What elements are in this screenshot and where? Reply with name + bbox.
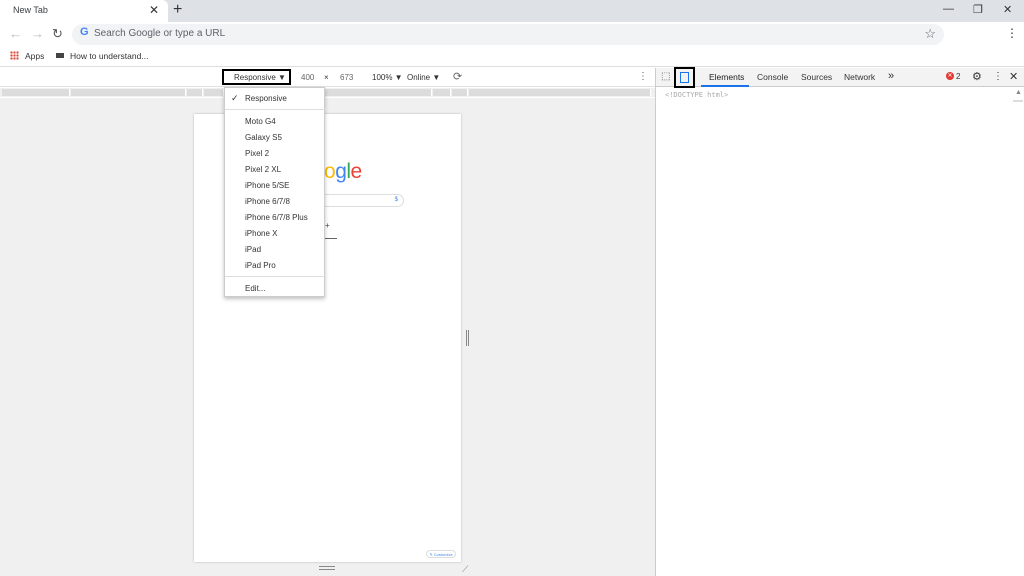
checkmark-icon: ✓ — [231, 93, 239, 103]
logo-letter: o — [324, 160, 336, 183]
tab-title: New Tab — [13, 5, 48, 15]
scrollbar[interactable] — [1013, 100, 1023, 102]
tab-new-tab[interactable]: New Tab ✕ — [0, 0, 168, 22]
customize-button[interactable]: ✎ Customize — [426, 550, 456, 558]
media-query-ruler — [0, 88, 655, 97]
menu-item-iphone-x[interactable]: iPhone X — [245, 229, 277, 238]
menu-item-responsive[interactable]: Responsive — [245, 94, 287, 103]
tab-network[interactable]: Network — [844, 72, 875, 82]
bookmarks-bar: Apps How to understand... — [0, 46, 1024, 67]
omnibox-placeholder: Search Google or type a URL — [94, 28, 226, 39]
device-toolbar: Responsive ▼ 400 × 673 100% ▼ Online ▼ ⟳… — [0, 68, 655, 87]
device-mode-select[interactable]: Responsive ▼ — [222, 69, 291, 85]
ruler-segment[interactable] — [433, 89, 451, 96]
network-throttle-select[interactable]: Online ▼ — [407, 73, 440, 82]
viewport-width-input[interactable]: 400 — [301, 73, 314, 82]
menu-item-ipad[interactable]: iPad — [245, 245, 261, 254]
dom-doctype-node[interactable]: <!DOCTYPE html> — [665, 91, 728, 99]
scroll-up-icon[interactable]: ▲ — [1015, 89, 1022, 96]
menu-item-pixel-2-xl[interactable]: Pixel 2 XL — [245, 165, 281, 174]
menu-item-iphone-6-7-8[interactable]: iPhone 6/7/8 — [245, 197, 290, 206]
dimension-separator: × — [324, 73, 329, 82]
tab-elements[interactable]: Elements — [709, 72, 744, 82]
ruler-segment[interactable] — [187, 89, 203, 96]
error-count[interactable]: 2 — [956, 72, 960, 81]
devtools-close-icon[interactable]: ✕ — [1009, 70, 1018, 83]
devtools-more-icon[interactable]: ⋮ — [993, 71, 1003, 82]
menu-separator — [225, 276, 326, 277]
inspect-element-icon[interactable]: ⬚ — [661, 71, 670, 82]
more-tabs-icon[interactable]: » — [888, 70, 894, 82]
bottom-resize-handle[interactable] — [319, 566, 335, 570]
ruler-segment[interactable] — [2, 89, 70, 96]
devtools-toolbar: ⬚ Elements Console Sources Network » ✕ 2… — [656, 67, 1024, 88]
device-toolbar-more-icon[interactable]: ⋮ — [638, 71, 648, 82]
forward-button[interactable]: → — [31, 26, 44, 41]
page-search-bar[interactable]: $ — [320, 194, 404, 207]
active-tab-indicator — [701, 85, 749, 87]
menu-item-moto-g4[interactable]: Moto G4 — [245, 117, 276, 126]
menu-separator — [225, 109, 326, 110]
ruler-segment[interactable] — [204, 89, 224, 96]
menu-item-ipad-pro[interactable]: iPad Pro — [245, 261, 276, 270]
zoom-select[interactable]: 100% ▼ — [372, 73, 403, 82]
bookmark-star-icon[interactable]: ☆ — [924, 26, 936, 42]
tab-sources[interactable]: Sources — [801, 72, 832, 82]
tab-console[interactable]: Console — [757, 72, 788, 82]
back-button[interactable]: ← — [9, 26, 22, 41]
bookmark-page-icon — [56, 53, 64, 58]
restore-button[interactable]: ❐ — [973, 3, 983, 16]
viewport-height-input[interactable]: 673 — [340, 73, 353, 82]
error-icon[interactable]: ✕ — [946, 72, 954, 80]
settings-gear-icon[interactable]: ⚙ — [972, 70, 982, 83]
chrome-menu-button[interactable]: ⋮ — [1006, 26, 1018, 40]
menu-item-pixel-2[interactable]: Pixel 2 — [245, 149, 269, 158]
device-dropdown-menu: ✓ Responsive Moto G4 Galaxy S5 Pixel 2 P… — [224, 87, 326, 297]
window-close-button[interactable]: ✕ — [1003, 3, 1012, 16]
minimize-button[interactable]: — — [943, 3, 954, 15]
google-logo: ogle — [324, 160, 362, 184]
add-shortcut-icon[interactable]: + — [325, 221, 330, 230]
ruler-segment[interactable] — [469, 89, 651, 96]
menu-item-edit[interactable]: Edit... — [245, 284, 265, 293]
logo-letter: e — [350, 160, 363, 183]
menu-item-galaxy-s5[interactable]: Galaxy S5 — [245, 133, 282, 142]
google-g-icon: G — [80, 26, 89, 38]
ruler-segment[interactable] — [452, 89, 468, 96]
menu-item-iphone-6-7-8-plus[interactable]: iPhone 6/7/8 Plus — [245, 213, 308, 222]
menu-item-iphone-5-se[interactable]: iPhone 5/SE — [245, 181, 289, 190]
shortcut-underline — [324, 238, 337, 239]
ruler-segment[interactable] — [325, 89, 432, 96]
new-tab-button[interactable]: + — [173, 1, 182, 19]
corner-resize-handle[interactable]: ⟋ — [462, 564, 468, 575]
browser-toolbar: ← → ↻ G Search Google or type a URL ☆ ⋮ — [0, 22, 1024, 46]
logo-letter: g — [335, 160, 347, 183]
omnibox[interactable]: G Search Google or type a URL ☆ — [72, 24, 944, 45]
devtools-panel: ⬚ Elements Console Sources Network » ✕ 2… — [655, 67, 1024, 576]
bookmark-how-to-understand[interactable]: How to understand... — [70, 51, 148, 61]
toggle-device-toolbar-button[interactable] — [674, 67, 695, 88]
bookmark-apps[interactable]: Apps — [25, 51, 44, 61]
tab-strip: New Tab ✕ + — ❐ ✕ — [0, 0, 1024, 22]
rotate-icon[interactable]: ⟳ — [453, 70, 462, 83]
reload-button[interactable]: ↻ — [52, 26, 63, 42]
ruler-segment[interactable] — [71, 89, 186, 96]
device-icon — [680, 72, 689, 83]
apps-grid-icon — [10, 51, 19, 60]
tab-close-icon[interactable]: ✕ — [149, 3, 159, 17]
right-resize-handle[interactable] — [466, 330, 469, 346]
